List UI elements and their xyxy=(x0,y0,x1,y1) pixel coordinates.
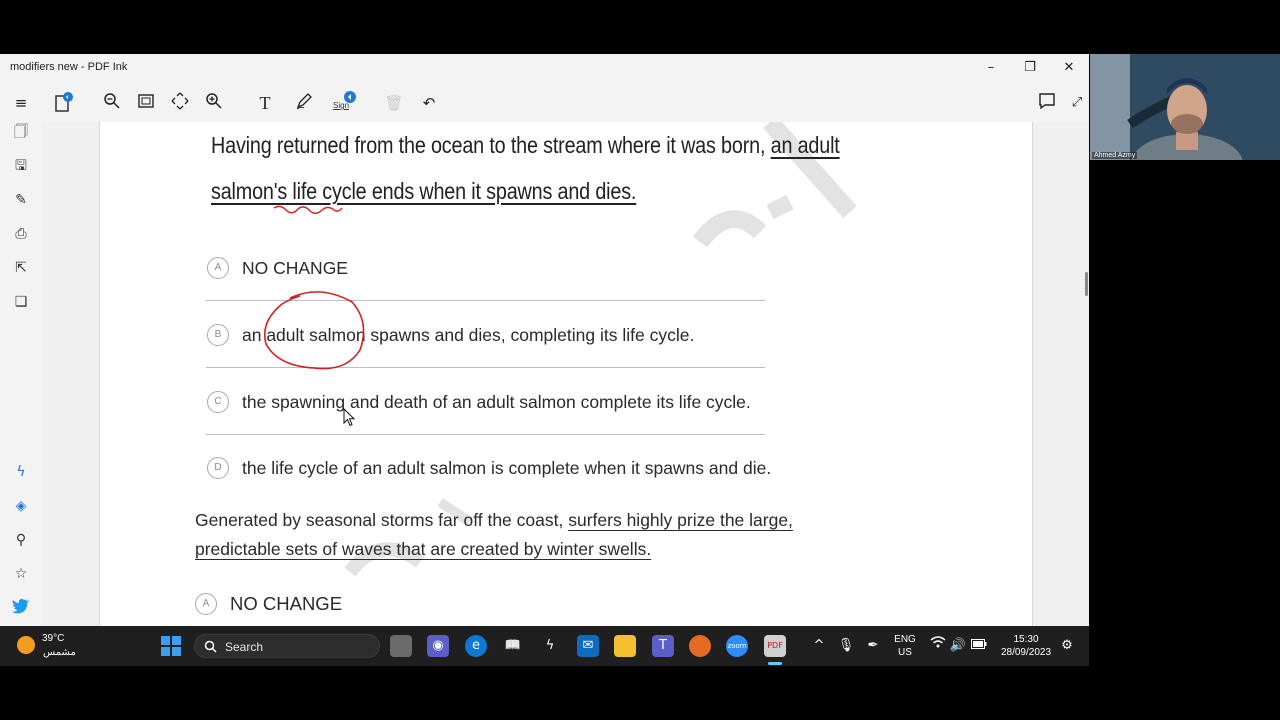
question-2-text: Generated by seasonal storms far off the… xyxy=(195,510,564,530)
taskbar: 39°C مشمس Search ◉ e 📖 ϟ ✉ T zoom PDF ^ … xyxy=(0,626,1089,666)
lang-line2: US xyxy=(898,647,912,658)
screen: modifiers new - PDF Ink – ❐ ✕ ≡ T Sign 🗑… xyxy=(0,0,1280,720)
person-search-icon[interactable]: ⚲ xyxy=(11,530,31,550)
divider xyxy=(206,434,765,435)
slash-app-icon[interactable]: ϟ xyxy=(539,635,561,657)
layers-icon[interactable]: ◈ xyxy=(11,496,31,516)
battery-icon[interactable] xyxy=(968,635,990,657)
task-view-icon[interactable] xyxy=(390,635,412,657)
chevron-up-icon[interactable]: ^ xyxy=(808,635,830,657)
underlined-phrase: surfers highly prize the large, xyxy=(568,510,793,530)
restore-button[interactable]: ❐ xyxy=(1019,58,1041,78)
question-2-line-1: Generated by seasonal storms far off the… xyxy=(195,506,793,535)
passage-line-1: Having returned from the ocean to the st… xyxy=(211,132,840,159)
microphone-icon[interactable]: 🎙 xyxy=(835,635,857,657)
option-text: the life cycle of an adult salmon is com… xyxy=(242,458,772,478)
webcam-overlay: Ahmed Azmy xyxy=(1090,54,1280,160)
language-indicator[interactable]: ENG US xyxy=(893,633,917,659)
wifi-icon[interactable] xyxy=(927,635,949,657)
share-icon[interactable]: ⇱ xyxy=(11,258,31,278)
option-text: NO CHANGE xyxy=(242,258,348,278)
chat-icon[interactable]: ◉ xyxy=(427,635,449,657)
zoom-in-icon[interactable] xyxy=(203,92,225,114)
file-explorer-icon[interactable] xyxy=(614,635,636,657)
option-letter: D xyxy=(207,457,229,479)
taskbar-search[interactable]: Search xyxy=(194,634,380,658)
twitter-icon[interactable] xyxy=(11,598,31,618)
weather-sun-icon[interactable] xyxy=(17,636,35,654)
delete-icon[interactable]: 🗑 xyxy=(383,92,405,114)
ink-circle-annotation xyxy=(263,291,365,370)
thumbnails-icon[interactable] xyxy=(52,92,74,114)
start-icon[interactable] xyxy=(160,635,182,657)
underlined-phrase: predictable sets of waves that are creat… xyxy=(195,539,652,559)
fit-page-icon[interactable] xyxy=(135,92,157,114)
mail-icon[interactable]: ✉ xyxy=(577,635,599,657)
comment-icon[interactable] xyxy=(1036,92,1058,114)
underlined-phrase: an adult xyxy=(770,132,840,158)
print-icon[interactable]: ⎙ xyxy=(11,224,31,244)
bookmark-icon[interactable]: 🗍 xyxy=(11,122,31,142)
zoom-out-icon[interactable] xyxy=(101,92,123,114)
question-2-line-2: predictable sets of waves that are creat… xyxy=(195,535,651,564)
weather-temp[interactable]: 39°C xyxy=(42,632,64,645)
sign-label: Sign xyxy=(333,101,350,110)
undo-icon[interactable]: ↶ xyxy=(418,92,440,114)
pen-icon[interactable] xyxy=(293,92,315,114)
search-placeholder: Search xyxy=(225,640,264,654)
reader-icon[interactable]: 📖 xyxy=(502,635,524,657)
left-sidebar: 🗍 🖫 ✎ ⎙ ⇱ ❏ ϟ ◈ ⚲ ☆ xyxy=(0,122,42,626)
active-app-indicator xyxy=(768,662,782,665)
lightning-icon[interactable]: ϟ xyxy=(11,462,31,482)
star-icon[interactable]: ☆ xyxy=(11,564,31,584)
menu-icon[interactable]: ≡ xyxy=(10,92,32,114)
toolbar: ≡ T Sign 🗑 ↶ ⤢ xyxy=(0,82,1089,122)
pen-menu-icon[interactable]: ✒ xyxy=(862,635,884,657)
passage-line-2: salmon's life cycle ends when it spawns … xyxy=(211,178,636,205)
text-tool-icon[interactable]: T xyxy=(254,92,276,114)
teams-icon[interactable]: T xyxy=(652,635,674,657)
vertical-scrollbar[interactable] xyxy=(1085,272,1088,296)
sign-tool-button[interactable]: Sign xyxy=(333,90,360,114)
volume-icon[interactable]: 🔊 xyxy=(947,635,969,657)
option-letter: B xyxy=(207,324,229,346)
pages-icon[interactable]: ❏ xyxy=(11,292,31,312)
notifications-icon[interactable]: ⚙ xyxy=(1056,635,1078,657)
pan-icon[interactable] xyxy=(169,92,191,114)
save-icon[interactable]: 🖫 xyxy=(11,156,31,176)
presenter-name: Ahmed Azmy xyxy=(1092,152,1138,159)
expand-icon[interactable]: ⤢ xyxy=(1066,92,1088,114)
zoom-icon[interactable]: zoom xyxy=(726,635,748,657)
close-button[interactable]: ✕ xyxy=(1058,58,1080,78)
pdf-ink-window: modifiers new - PDF Ink – ❐ ✕ ≡ T Sign 🗑… xyxy=(0,54,1089,626)
clock[interactable]: 15:30 28/09/2023 xyxy=(996,633,1056,659)
edge-icon[interactable]: e xyxy=(465,635,487,657)
option-text: NO CHANGE xyxy=(230,593,343,614)
firefox-icon[interactable] xyxy=(689,635,711,657)
presenter-video xyxy=(1090,54,1280,160)
lang-line1: ENG xyxy=(894,634,916,645)
pdf-page: Having returned from the ocean to the st… xyxy=(99,122,1033,626)
ink-squiggle-annotation xyxy=(273,205,343,214)
window-title: modifiers new - PDF Ink xyxy=(10,61,128,73)
document-viewer[interactable]: Having returned from the ocean to the st… xyxy=(42,122,1089,626)
pdf-ink-icon[interactable]: PDF xyxy=(764,635,786,657)
weather-desc: مشمس xyxy=(43,647,76,658)
option-letter: A xyxy=(207,257,229,279)
option-letter: A xyxy=(195,593,217,615)
option-text: the spawning and death of an adult salmo… xyxy=(242,392,751,412)
search-icon xyxy=(204,640,217,653)
title-bar: modifiers new - PDF Ink – ❐ ✕ xyxy=(0,54,1089,82)
option-letter: C xyxy=(207,391,229,413)
edit-icon[interactable]: ✎ xyxy=(11,190,31,210)
clock-date: 28/09/2023 xyxy=(1000,647,1052,658)
minimize-button[interactable]: – xyxy=(980,58,1002,78)
underlined-phrase: salmon's life cycle ends when it spawns … xyxy=(211,178,637,204)
mouse-cursor-icon xyxy=(343,408,356,427)
clock-time: 15:30 xyxy=(1013,634,1039,645)
passage-text: Having returned from the ocean to the st… xyxy=(211,132,766,158)
